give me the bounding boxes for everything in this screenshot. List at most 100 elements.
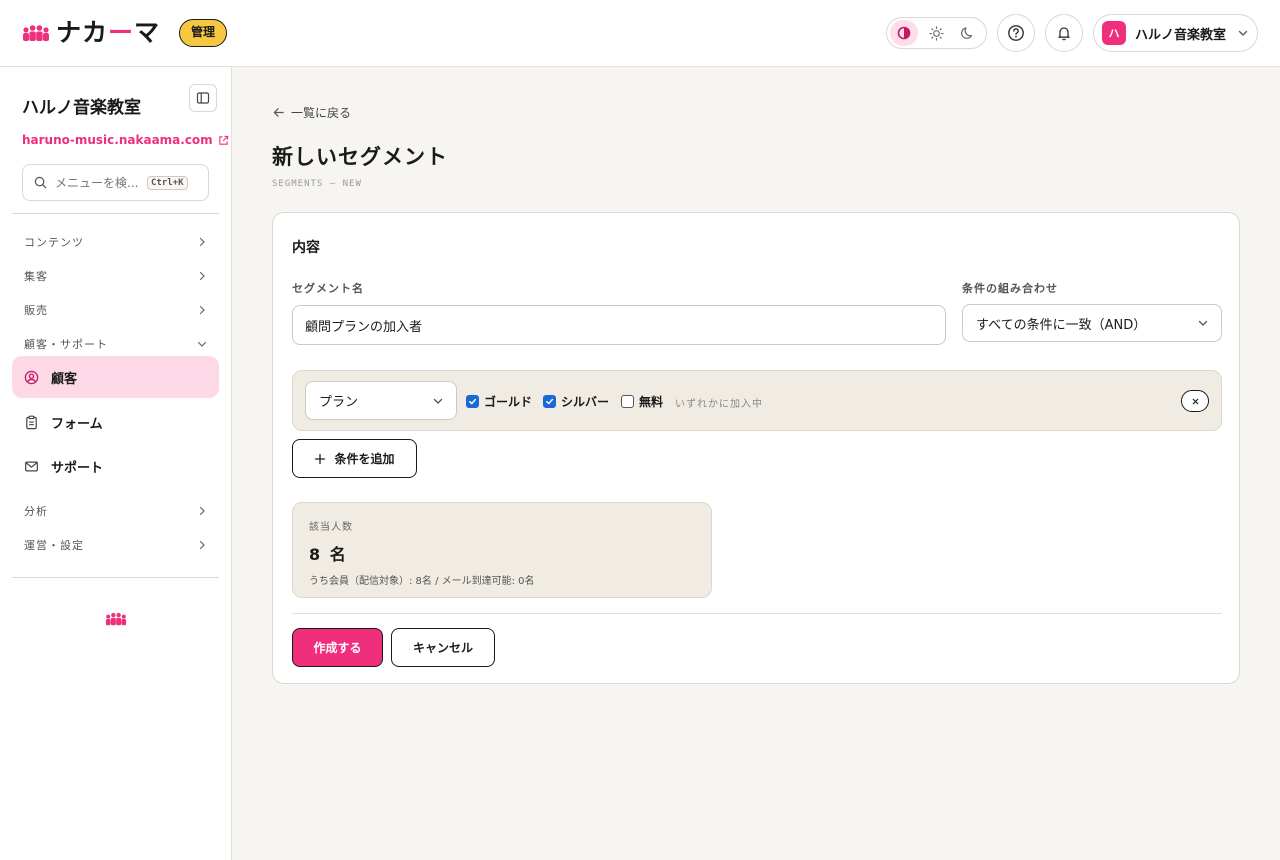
nav-group-analytics[interactable]: 分析 [12, 498, 219, 524]
close-icon [1192, 398, 1198, 404]
chevron-down-icon [1198, 320, 1208, 326]
card-divider [292, 613, 1222, 614]
segment-name-input[interactable] [292, 305, 946, 345]
checkbox-checked[interactable] [466, 395, 479, 408]
sidebar-item-forms[interactable]: フォーム [12, 401, 219, 443]
site-url-link[interactable]: haruno-music.nakaama.com [22, 133, 229, 147]
count-label: 該当人数 [309, 522, 353, 533]
light-theme-button[interactable] [922, 20, 950, 46]
menu-search-box[interactable]: Ctrl+K [22, 164, 209, 201]
chevron-down-icon [433, 398, 443, 404]
condition-hint: いずれかに加入中 [675, 399, 763, 410]
matching-count-panel: 該当人数 8 名 うち会員（配信対象）: 8名 / メール到達可能: 0名 [292, 502, 712, 598]
condition-row: プラン ゴールド シルバー 無料 いずれかに加入中 [292, 370, 1222, 431]
arrow-left-icon [273, 108, 284, 117]
user-circle-icon [24, 370, 39, 384]
page-title: 新しいセグメント [272, 145, 448, 169]
app-logo[interactable]: ナカーマ [22, 20, 160, 46]
sidebar-item-customers[interactable]: 顧客 [12, 356, 219, 398]
nav-group-label: 顧客・サポート [24, 338, 108, 351]
nav-group-label: 運営・設定 [24, 539, 84, 552]
external-link-icon [218, 135, 228, 145]
footer-logo-icon [105, 612, 127, 626]
option-label: ゴールド [484, 395, 533, 409]
people-logo-icon [23, 25, 49, 41]
chevron-right-icon [199, 540, 205, 550]
help-icon [1008, 25, 1024, 41]
check-icon [469, 398, 477, 405]
chevron-down-icon [197, 341, 207, 347]
checkbox-checked[interactable] [543, 395, 556, 408]
moon-icon [961, 27, 973, 39]
option-label: シルバー [561, 395, 610, 409]
nav-group-marketing[interactable]: 集客 [12, 263, 219, 289]
admin-badge: 管理 [179, 19, 228, 47]
create-button[interactable]: 作成する [292, 628, 383, 667]
count-value: 8 名 [309, 545, 348, 564]
collapse-sidebar-button[interactable] [189, 84, 217, 112]
sidebar-item-label: サポート [51, 460, 104, 476]
segment-name-label: セグメント名 [292, 282, 364, 295]
sidebar-toggle-icon [196, 92, 210, 104]
condition-field-value: プラン [319, 395, 359, 410]
account-name: ハルノ音楽教室 [1135, 27, 1227, 43]
back-link-label: 一覧に戻る [291, 106, 352, 120]
site-name: ハルノ音楽教室 [22, 98, 141, 118]
back-to-list-link[interactable]: 一覧に戻る [272, 104, 351, 121]
system-theme-button[interactable] [890, 20, 918, 46]
combination-label: 条件の組み合わせ [962, 282, 1058, 295]
dark-theme-button[interactable] [954, 20, 982, 46]
sidebar-item-label: 顧客 [51, 371, 78, 387]
help-button[interactable] [997, 14, 1035, 52]
segment-form-card: 内容 セグメント名 条件の組み合わせ すべての条件に一致（AND） プラン ゴー… [272, 212, 1240, 684]
nav-group-label: 分析 [24, 505, 48, 518]
combination-selected: すべての条件に一致（AND） [976, 317, 1147, 333]
nav-group-content[interactable]: コンテンツ [12, 229, 219, 255]
chevron-right-icon [199, 237, 205, 247]
checkbox-unchecked[interactable] [621, 395, 634, 408]
card-title: 内容 [292, 240, 320, 256]
remove-condition-button[interactable] [1181, 390, 1209, 412]
search-icon [34, 176, 47, 189]
top-bar: ナカーマ 管理 ハ ハルノ音楽教室 [0, 0, 1280, 67]
clipboard-icon [26, 415, 37, 429]
sidebar-divider [12, 213, 219, 214]
sidebar-item-support[interactable]: サポート [12, 445, 219, 487]
site-url-text: haruno-music.nakaama.com [22, 133, 213, 147]
theme-toggle [886, 17, 987, 49]
chevron-down-icon [1238, 30, 1248, 36]
bell-icon [1058, 27, 1070, 41]
condition-field-select[interactable]: プラン [305, 381, 457, 420]
chevron-right-icon [199, 271, 205, 281]
sidebar: ハルノ音楽教室 haruno-music.nakaama.com Ctrl+K … [0, 67, 232, 860]
combination-select[interactable]: すべての条件に一致（AND） [962, 304, 1222, 342]
chevron-right-icon [199, 506, 205, 516]
account-avatar: ハ [1102, 21, 1126, 45]
plan-option-silver[interactable]: シルバー [543, 393, 609, 410]
plus-icon [315, 453, 326, 464]
add-condition-label: 条件を追加 [334, 452, 395, 466]
count-detail: うち会員（配信対象）: 8名 / メール到達可能: 0名 [309, 576, 535, 587]
nav-group-label: コンテンツ [24, 236, 84, 249]
nav-group-operations[interactable]: 運営・設定 [12, 532, 219, 558]
sun-icon [928, 25, 944, 41]
nav-group-customer-support[interactable]: 顧客・サポート [12, 331, 219, 357]
contrast-icon [897, 26, 911, 40]
plan-option-free[interactable]: 無料 [621, 393, 663, 410]
search-shortcut: Ctrl+K [147, 175, 188, 190]
account-menu-button[interactable]: ハ ハルノ音楽教室 [1093, 14, 1258, 52]
chevron-right-icon [199, 305, 205, 315]
check-icon [546, 398, 554, 405]
add-condition-button[interactable]: 条件を追加 [292, 439, 417, 478]
notifications-button[interactable] [1045, 14, 1083, 52]
nav-group-label: 集客 [24, 270, 48, 283]
sidebar-divider [12, 577, 219, 578]
nav-group-sales[interactable]: 販売 [12, 297, 219, 323]
plan-option-gold[interactable]: ゴールド [466, 393, 532, 410]
sidebar-item-label: フォーム [51, 416, 103, 432]
menu-search-input[interactable] [55, 175, 143, 190]
mail-icon [25, 460, 38, 472]
logo-text: ナカーマ [56, 18, 161, 47]
page-subtitle: SEGMENTS — NEW [272, 179, 362, 189]
cancel-button[interactable]: キャンセル [391, 628, 495, 667]
